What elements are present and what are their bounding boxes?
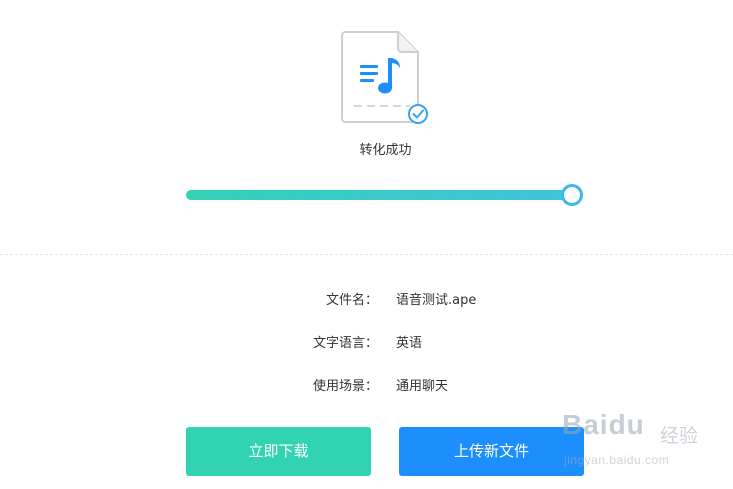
info-row-language: 文字语言： 英语: [300, 334, 422, 354]
baidu-jingyan-watermark: Baidu 经验 jingyan.baidu.com: [562, 403, 722, 475]
section-divider: [0, 254, 733, 255]
download-button[interactable]: 立即下载: [186, 427, 371, 476]
filename-label: 文件名：: [325, 293, 378, 308]
language-label: 文字语言：: [312, 336, 378, 351]
language-value: 英语: [396, 336, 423, 351]
conversion-status-text: 转化成功: [359, 143, 412, 158]
audio-file-check-icon: [341, 31, 428, 124]
watermark-label: 经验: [660, 425, 699, 447]
info-row-scene: 使用场景： 通用聊天: [300, 377, 448, 397]
scene-label: 使用场景：: [312, 379, 378, 394]
conversion-progress-fill: [186, 190, 572, 200]
info-row-filename: 文件名： 语音测试.ape: [300, 291, 476, 311]
filename-value: 语音测试.ape: [396, 293, 477, 308]
upload-new-file-button[interactable]: 上传新文件: [399, 427, 584, 476]
scene-value: 通用聊天: [396, 379, 449, 394]
conversion-progress-knob: [561, 184, 583, 206]
conversion-progress-track: [186, 190, 572, 200]
